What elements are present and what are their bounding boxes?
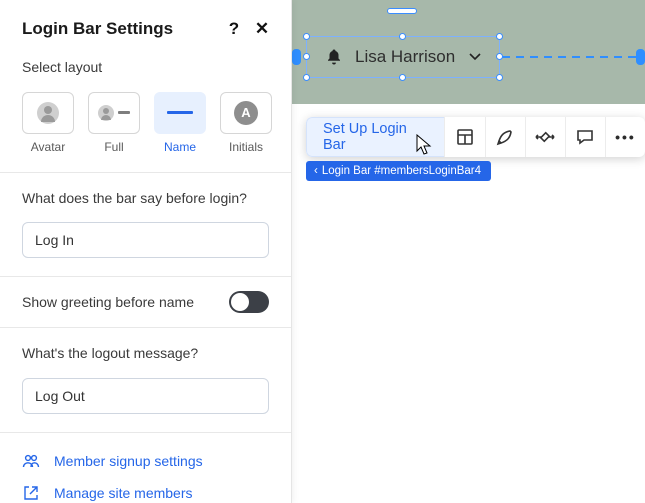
login-bar-element[interactable]: Lisa Harrison xyxy=(306,36,500,78)
comment-icon[interactable] xyxy=(565,117,605,157)
logout-label: What's the logout message? xyxy=(22,344,269,364)
layout-option-full[interactable]: Full xyxy=(88,92,140,154)
panel-footer: Member signup settings Manage site membe… xyxy=(0,432,291,503)
manage-members-link[interactable]: Manage site members xyxy=(22,477,269,503)
avatar-name-icon xyxy=(98,105,130,121)
before-login-label: What does the bar say before login? xyxy=(22,189,269,209)
bell-icon xyxy=(325,48,343,66)
layout-option-avatar[interactable]: Avatar xyxy=(22,92,74,154)
help-icon[interactable]: ? xyxy=(223,18,245,40)
element-action-bar: Set Up Login Bar ••• xyxy=(306,117,645,157)
layout-icon[interactable] xyxy=(444,117,484,157)
stretch-icon[interactable] xyxy=(525,117,565,157)
layout-section: Select layout Avatar Full Name A Initial… xyxy=(0,54,291,172)
member-signup-link[interactable]: Member signup settings xyxy=(22,445,269,477)
layout-options: Avatar Full Name A Initials xyxy=(22,92,269,154)
settings-panel: Login Bar Settings ? ✕ Select layout Ava… xyxy=(0,0,292,503)
layout-option-initials[interactable]: A Initials xyxy=(220,92,272,154)
editor-canvas[interactable]: Lisa Harrison Set Up Login Bar ••• ‹ Log… xyxy=(292,0,645,503)
manage-members-text: Manage site members xyxy=(54,485,193,501)
chevron-left-icon: ‹ xyxy=(314,165,318,177)
layout-caption: Avatar xyxy=(31,140,65,154)
greeting-row: Show greeting before name xyxy=(0,276,291,327)
breadcrumb-text: Login Bar #membersLoginBar4 xyxy=(322,165,481,177)
avatar-icon xyxy=(37,102,59,124)
layout-caption: Initials xyxy=(229,140,263,154)
layout-section-label: Select layout xyxy=(22,58,269,78)
setup-login-bar-button[interactable]: Set Up Login Bar xyxy=(306,117,444,157)
greeting-label: Show greeting before name xyxy=(22,294,229,310)
logout-section: What's the logout message? xyxy=(0,327,291,432)
members-icon xyxy=(22,454,40,468)
before-login-input[interactable] xyxy=(22,222,269,258)
layout-caption: Name xyxy=(164,140,196,154)
external-link-icon xyxy=(22,485,40,501)
close-icon[interactable]: ✕ xyxy=(251,18,273,40)
panel-title: Login Bar Settings xyxy=(22,19,217,39)
before-login-section: What does the bar say before login? xyxy=(0,172,291,277)
element-breadcrumb-tag[interactable]: ‹ Login Bar #membersLoginBar4 xyxy=(306,161,491,181)
greeting-toggle[interactable] xyxy=(229,291,269,313)
more-actions-button[interactable]: ••• xyxy=(605,117,645,157)
design-icon[interactable] xyxy=(485,117,525,157)
initials-icon: A xyxy=(234,101,258,125)
logout-input[interactable] xyxy=(22,378,269,414)
member-signup-text: Member signup settings xyxy=(54,453,203,469)
layout-option-name[interactable]: Name xyxy=(154,92,206,154)
name-line-icon xyxy=(167,111,193,114)
panel-header: Login Bar Settings ? ✕ xyxy=(0,0,291,54)
chevron-down-icon xyxy=(467,48,483,67)
element-drag-handle[interactable] xyxy=(387,8,417,14)
guide-end-dot xyxy=(636,52,645,62)
login-bar-username: Lisa Harrison xyxy=(355,47,455,67)
layout-caption: Full xyxy=(104,140,123,154)
